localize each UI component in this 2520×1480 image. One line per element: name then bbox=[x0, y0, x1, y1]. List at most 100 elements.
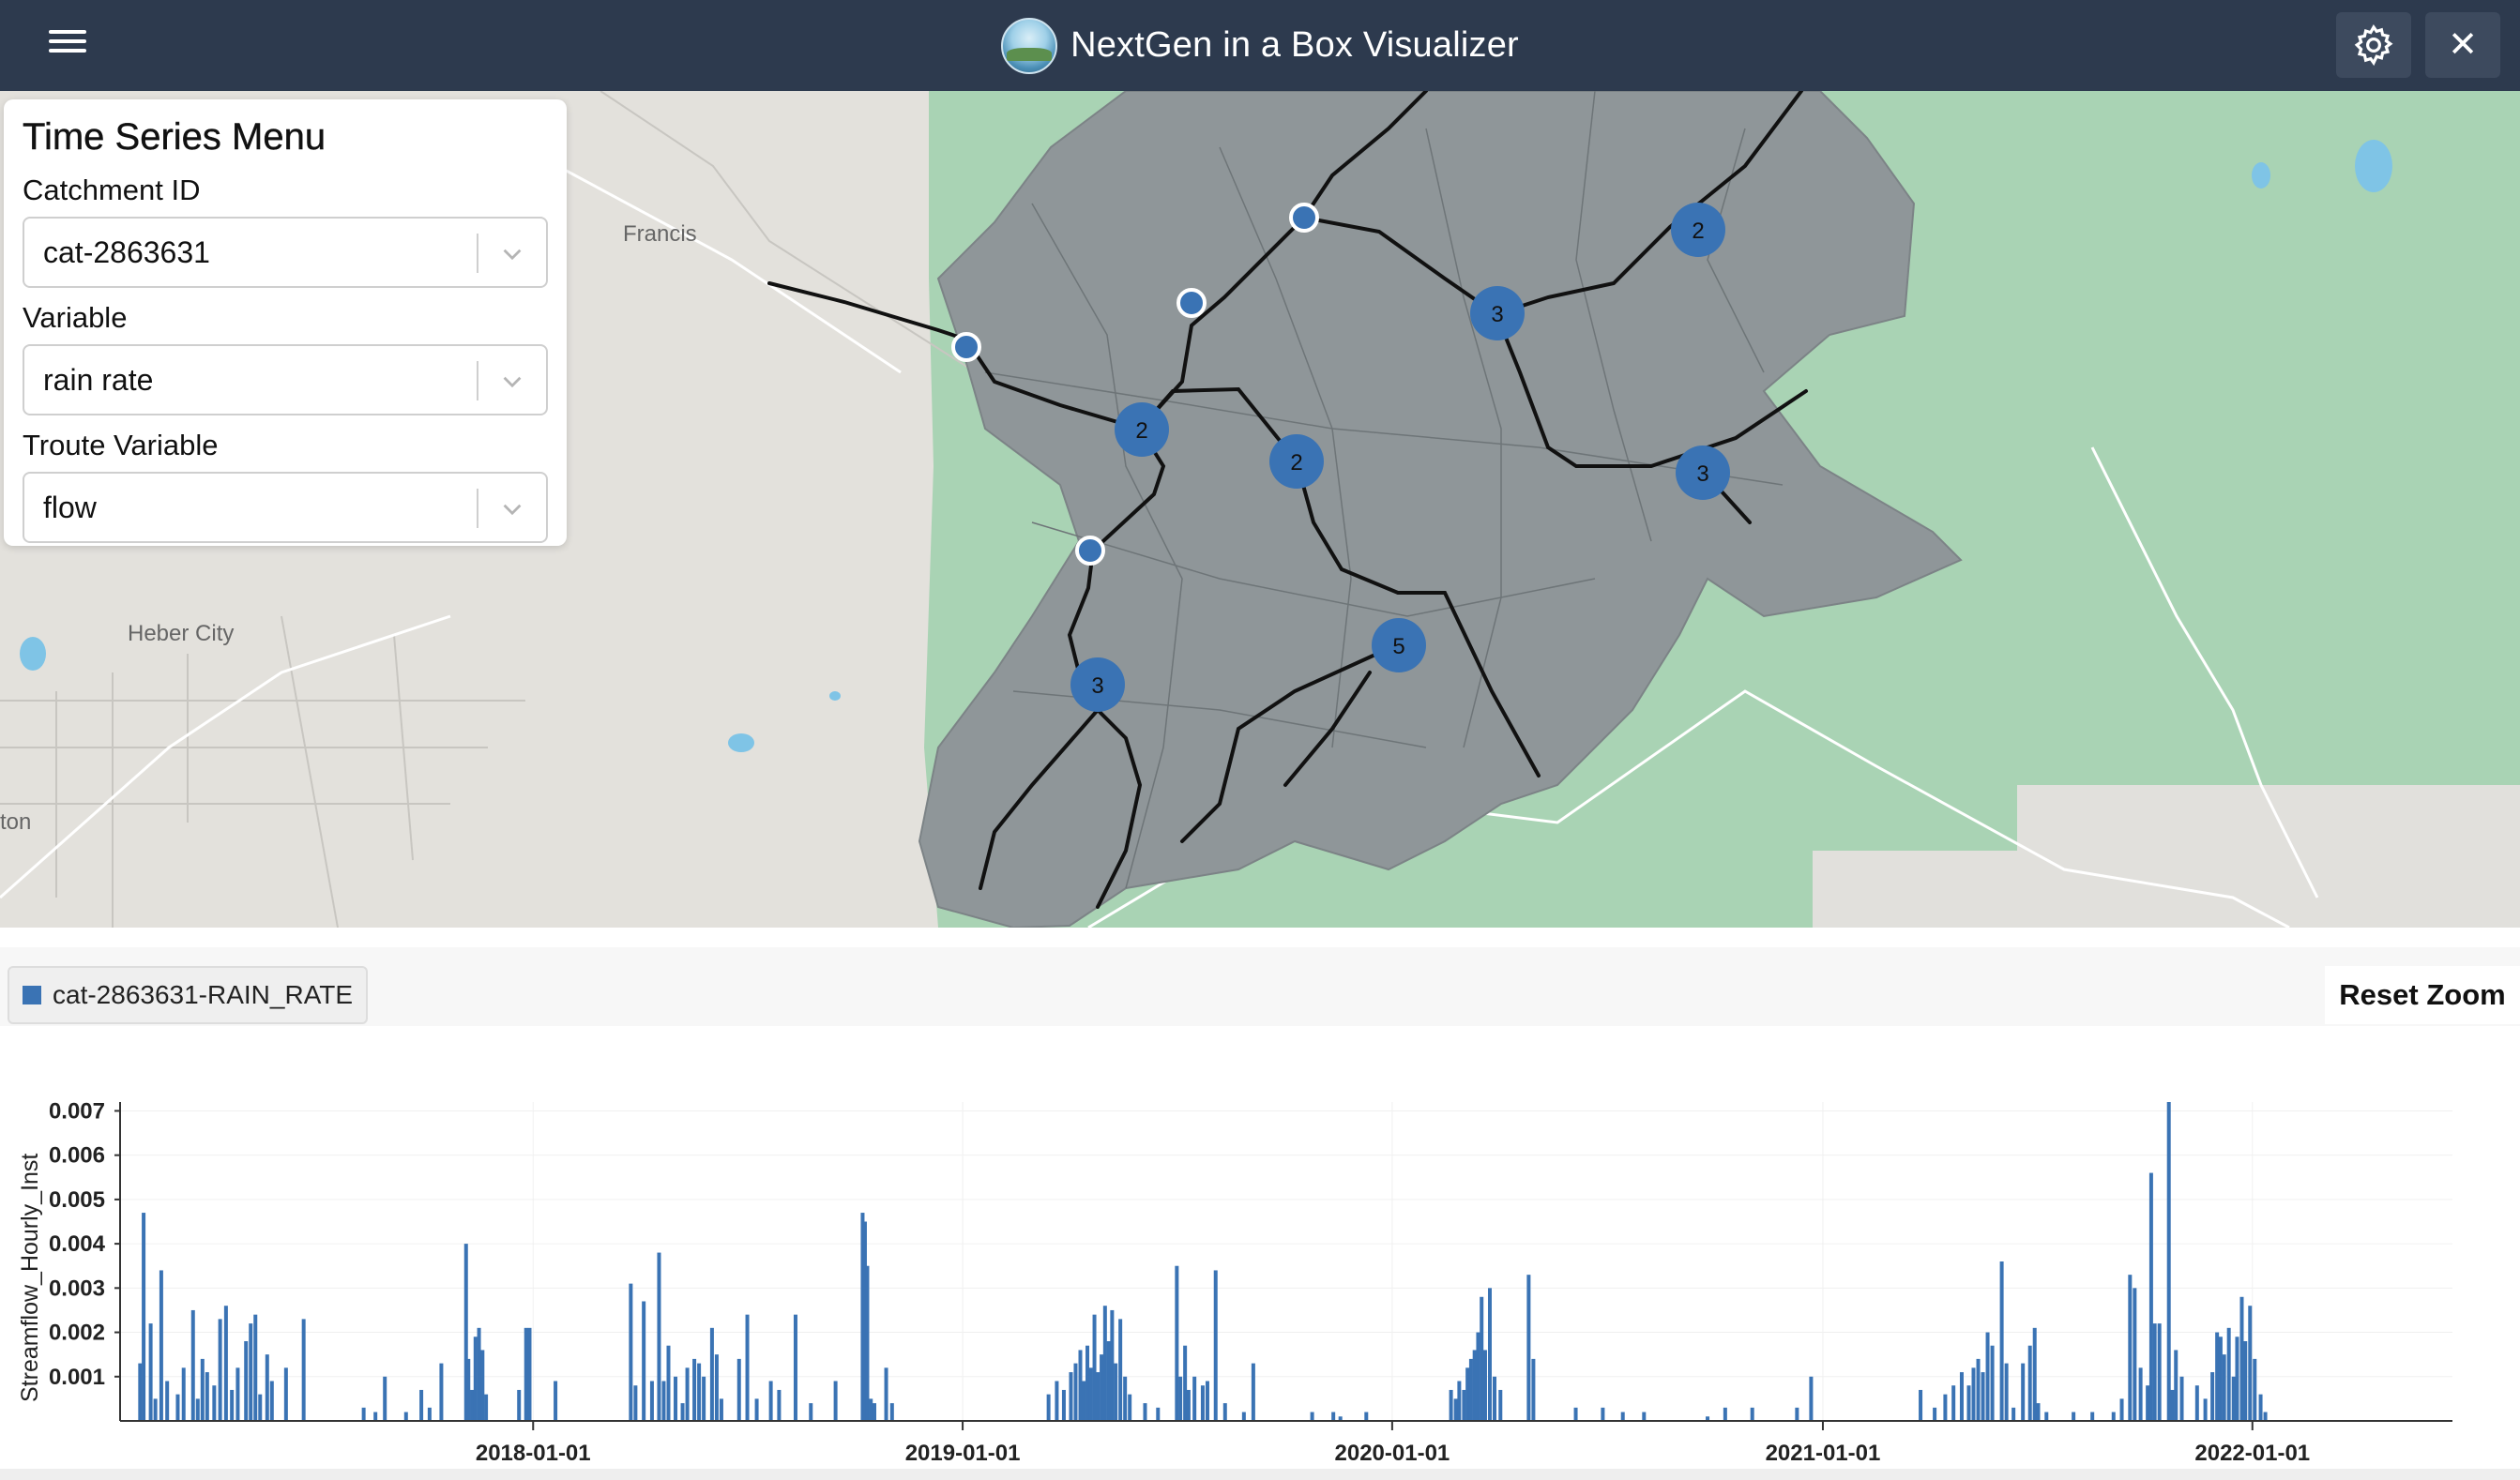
chart-bar[interactable] bbox=[1118, 1319, 1123, 1421]
troute-variable-select[interactable]: flow bbox=[23, 472, 548, 543]
chart-bar[interactable] bbox=[1241, 1412, 1246, 1421]
chart-bar[interactable] bbox=[1723, 1407, 1727, 1421]
chart-bar[interactable] bbox=[361, 1407, 366, 1421]
cluster-marker[interactable]: 3 bbox=[1470, 286, 1525, 340]
chart-bar[interactable] bbox=[142, 1213, 146, 1421]
chart-bar[interactable] bbox=[439, 1363, 444, 1421]
chart-bar[interactable] bbox=[1088, 1367, 1093, 1421]
chart-bar[interactable] bbox=[1175, 1265, 1179, 1421]
chart-bar[interactable] bbox=[2157, 1323, 2162, 1421]
nexus-point[interactable] bbox=[1075, 536, 1105, 566]
chart-bar[interactable] bbox=[2258, 1394, 2263, 1421]
chart-bar[interactable] bbox=[1046, 1394, 1051, 1421]
chart-bar[interactable] bbox=[230, 1389, 235, 1421]
chart-bar[interactable] bbox=[1476, 1332, 1480, 1421]
chart-bar[interactable] bbox=[249, 1323, 253, 1421]
chevron-down-icon[interactable] bbox=[499, 369, 525, 395]
chart-bar[interactable] bbox=[657, 1252, 661, 1421]
chart-bar[interactable] bbox=[809, 1403, 813, 1421]
chart-bar[interactable] bbox=[777, 1389, 782, 1421]
chart-bar[interactable] bbox=[269, 1381, 274, 1422]
chart-bar[interactable] bbox=[1453, 1398, 1458, 1421]
chart-bar[interactable] bbox=[470, 1389, 475, 1421]
chart-bar[interactable] bbox=[1186, 1389, 1191, 1421]
chart-bar[interactable] bbox=[869, 1398, 873, 1421]
chart-bar[interactable] bbox=[1222, 1403, 1227, 1421]
chart-bar[interactable] bbox=[1933, 1407, 1937, 1421]
chart-bar[interactable] bbox=[1213, 1270, 1218, 1421]
chart-bar[interactable] bbox=[1487, 1288, 1492, 1421]
chart-bar[interactable] bbox=[2027, 1345, 2032, 1421]
chart-bar[interactable] bbox=[403, 1412, 408, 1421]
chart-bar[interactable] bbox=[1943, 1394, 1948, 1421]
chart-bar[interactable] bbox=[674, 1376, 678, 1421]
chart-bar[interactable] bbox=[2210, 1372, 2215, 1421]
chart-bar[interactable] bbox=[2036, 1403, 2041, 1421]
chart-bar[interactable] bbox=[2231, 1376, 2236, 1421]
chart-bar[interactable] bbox=[1951, 1385, 1956, 1421]
chart-bar[interactable] bbox=[1999, 1261, 2004, 1421]
chart-bar[interactable] bbox=[2021, 1363, 2026, 1421]
chevron-down-icon[interactable] bbox=[499, 241, 525, 267]
chart-bar[interactable] bbox=[1750, 1407, 1754, 1421]
chart-bar[interactable] bbox=[175, 1394, 180, 1421]
cluster-marker[interactable]: 2 bbox=[1671, 203, 1725, 257]
chart-bar[interactable] bbox=[1114, 1363, 1118, 1421]
chart-bar[interactable] bbox=[301, 1319, 306, 1421]
chart-bar[interactable] bbox=[2235, 1337, 2239, 1421]
chart-bar[interactable] bbox=[2138, 1367, 2143, 1421]
chart-bar[interactable] bbox=[2090, 1412, 2095, 1421]
chart-bar[interactable] bbox=[2179, 1376, 2184, 1421]
chart-bar[interactable] bbox=[554, 1381, 558, 1422]
chart-bar[interactable] bbox=[1462, 1389, 1466, 1421]
chart-bar[interactable] bbox=[223, 1306, 228, 1421]
chart-bar[interactable] bbox=[865, 1265, 870, 1421]
chart-bar[interactable] bbox=[2174, 1350, 2178, 1421]
chart-bar[interactable] bbox=[642, 1301, 646, 1422]
chart-bar[interactable] bbox=[373, 1412, 378, 1421]
chart-bar[interactable] bbox=[1106, 1341, 1111, 1421]
chart-bar[interactable] bbox=[1183, 1345, 1188, 1421]
chart-bar[interactable] bbox=[2011, 1407, 2016, 1421]
chevron-down-icon[interactable] bbox=[499, 496, 525, 522]
chart-bar[interactable] bbox=[1178, 1376, 1183, 1421]
chart-bar[interactable] bbox=[195, 1398, 200, 1421]
chart-bar[interactable] bbox=[2243, 1341, 2248, 1421]
chart-bar[interactable] bbox=[2128, 1275, 2133, 1421]
chart-bar[interactable] bbox=[2146, 1385, 2150, 1421]
chart-bar[interactable] bbox=[2166, 1102, 2171, 1421]
chart-bar[interactable] bbox=[2004, 1363, 2009, 1421]
chart-bar[interactable] bbox=[1976, 1358, 1981, 1421]
chart-bar[interactable] bbox=[473, 1337, 478, 1421]
chart-bar[interactable] bbox=[253, 1314, 258, 1421]
nexus-point[interactable] bbox=[1177, 288, 1207, 318]
chart-bar[interactable] bbox=[1100, 1354, 1104, 1421]
chart-bar[interactable] bbox=[153, 1398, 158, 1421]
chart-bar[interactable] bbox=[649, 1381, 654, 1422]
chart-bar[interactable] bbox=[2170, 1389, 2175, 1421]
chart-bar[interactable] bbox=[265, 1354, 269, 1421]
chart-bar[interactable] bbox=[1531, 1358, 1536, 1421]
cluster-marker[interactable]: 3 bbox=[1070, 657, 1125, 712]
chart-bar[interactable] bbox=[1205, 1381, 1209, 1422]
chart-bar[interactable] bbox=[1642, 1412, 1647, 1421]
chart-bar[interactable] bbox=[2152, 1323, 2157, 1421]
chart-bar[interactable] bbox=[480, 1350, 485, 1421]
hamburger-menu-icon[interactable] bbox=[43, 24, 92, 66]
chart-bar[interactable] bbox=[517, 1389, 522, 1421]
chart-bar[interactable] bbox=[709, 1327, 714, 1421]
chart-bar[interactable] bbox=[1465, 1367, 1470, 1421]
chart-bar[interactable] bbox=[244, 1341, 249, 1421]
settings-button[interactable] bbox=[2336, 12, 2411, 78]
chart-bar[interactable] bbox=[754, 1398, 759, 1421]
chart-bar[interactable] bbox=[1073, 1363, 1078, 1421]
chart-bar[interactable] bbox=[200, 1358, 205, 1421]
chart-bar[interactable] bbox=[680, 1403, 685, 1421]
chart-bar[interactable] bbox=[666, 1345, 671, 1421]
chart-bar[interactable] bbox=[833, 1381, 838, 1422]
chart-bar[interactable] bbox=[2111, 1412, 2116, 1421]
chart-bar[interactable] bbox=[2263, 1412, 2268, 1421]
time-series-chart[interactable]: 0.001 0.002 0.003 0.004 0.005 0.006 0.007 2018… bbox=[0, 947, 2520, 1480]
chart-bar[interactable] bbox=[138, 1363, 143, 1421]
chart-bar[interactable] bbox=[1971, 1367, 1976, 1421]
